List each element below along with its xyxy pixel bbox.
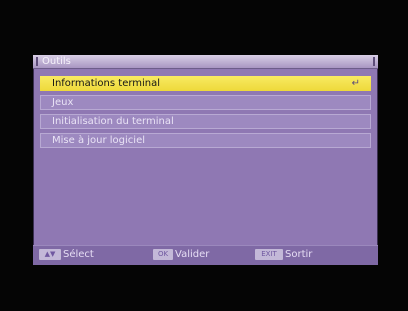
hint-sortir-label: Sortir [285, 249, 313, 260]
menu-item-label: Mise à jour logiciel [52, 135, 146, 146]
up-down-arrows-icon: ▲▼ [39, 249, 61, 260]
menu-item-mise-a-jour-logiciel[interactable]: Mise à jour logiciel [40, 133, 371, 148]
menu-item-label: Informations terminal [52, 78, 161, 89]
enter-icon: ↵ [351, 78, 360, 89]
key-hints-footer: ▲▼ Sélect OK Valider EXIT Sortir [33, 245, 378, 265]
menu-title: Outils [42, 56, 71, 67]
exit-key-icon: EXIT [255, 249, 283, 260]
title-bar-right-edge [373, 57, 375, 66]
menu-list: Informations terminal ↵ Jeux Initialisat… [40, 76, 371, 152]
ok-key-icon: OK [153, 249, 173, 260]
menu-item-informations-terminal[interactable]: Informations terminal ↵ [40, 76, 371, 91]
title-bar-left-edge [36, 57, 38, 66]
hint-select-label: Sélect [63, 249, 94, 260]
hint-valider-label: Valider [175, 249, 210, 260]
outils-menu-window: Outils Informations terminal ↵ Jeux Init… [33, 55, 378, 265]
menu-item-jeux[interactable]: Jeux [40, 95, 371, 110]
menu-item-initialisation-terminal[interactable]: Initialisation du terminal [40, 114, 371, 129]
menu-item-label: Initialisation du terminal [52, 116, 174, 127]
menu-item-label: Jeux [52, 97, 74, 108]
menu-title-bar: Outils [33, 55, 378, 69]
